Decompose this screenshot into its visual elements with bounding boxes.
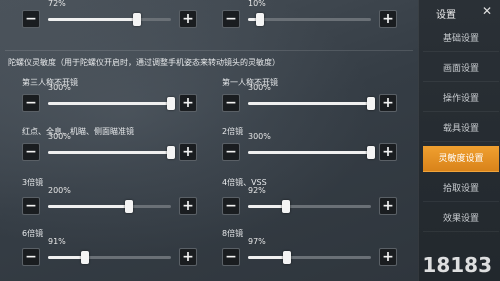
decrease-button[interactable]: − [222, 197, 240, 215]
slider-track[interactable] [248, 251, 371, 264]
slider-knob[interactable] [367, 97, 375, 110]
slider-value: 300% [248, 132, 271, 141]
slider-track[interactable] [248, 200, 371, 213]
sidebar-item-vehicle[interactable]: 载具设置 [423, 116, 499, 142]
decrease-button[interactable]: − [22, 10, 40, 28]
slider-value: 300% [48, 83, 71, 92]
slider-6x-scope[interactable]: − 91% + [22, 237, 197, 268]
slider-fill [248, 256, 288, 259]
close-icon[interactable]: ✕ [479, 3, 495, 19]
slider-knob[interactable] [167, 97, 175, 110]
slider-fill [48, 205, 130, 208]
slider-label: 红点、全息、机瞄、侧面瞄准镜 [22, 127, 134, 136]
sidebar-item-sensitivity[interactable]: 灵敏度设置 [423, 146, 499, 172]
slider-third-person-no-scope[interactable]: − 300% + [22, 83, 197, 114]
top-slider-right[interactable]: − 10% + [222, 0, 397, 30]
slider-track[interactable] [248, 97, 375, 110]
slider-value: 92% [248, 186, 266, 195]
slider-fill [248, 205, 287, 208]
slider-value: 300% [48, 132, 71, 141]
slider-track[interactable] [48, 13, 171, 26]
slider-first-person-no-scope[interactable]: − 300% + [222, 83, 397, 114]
slider-value: 10% [248, 0, 266, 8]
slider-fill [48, 102, 171, 105]
slider-value: 72% [48, 0, 66, 8]
slider-fill [48, 18, 137, 21]
increase-button[interactable]: + [179, 248, 197, 266]
increase-button[interactable]: + [379, 10, 397, 28]
slider-fill [48, 151, 171, 154]
increase-button[interactable]: + [179, 94, 197, 112]
increase-button[interactable]: + [179, 143, 197, 161]
sidebar-item-basic[interactable]: 基础设置 [423, 26, 499, 52]
slider-8x-scope[interactable]: − 97% + [222, 237, 397, 268]
decrease-button[interactable]: − [22, 248, 40, 266]
slider-red-dot-holo[interactable]: − 300% + [22, 132, 197, 163]
slider-4x-vss[interactable]: − 92% + [222, 186, 397, 217]
decrease-button[interactable]: − [22, 197, 40, 215]
slider-track[interactable] [248, 146, 375, 159]
slider-knob[interactable] [367, 146, 375, 159]
slider-value: 200% [48, 186, 71, 195]
slider-3x-scope[interactable]: − 200% + [22, 186, 197, 217]
slider-label: 6倍镜 [22, 229, 44, 238]
slider-track[interactable] [248, 13, 371, 26]
sidebar-item-controls[interactable]: 操作设置 [423, 86, 499, 112]
decrease-button[interactable]: − [222, 143, 240, 161]
increase-button[interactable]: + [179, 10, 197, 28]
slider-fill [48, 256, 85, 259]
slider-track[interactable] [48, 97, 175, 110]
decrease-button[interactable]: − [22, 143, 40, 161]
sidebar-header: 设置 ✕ [419, 0, 500, 24]
slider-track[interactable] [48, 251, 171, 264]
watermark-logo: 18183 [422, 253, 492, 277]
section-title: 陀螺仪灵敏度（用于陀螺仪开启时，通过调整手机姿态来转动镜头的灵敏度） [8, 58, 280, 67]
slider-knob[interactable] [132, 13, 141, 26]
slider-label: 3倍镜 [22, 178, 44, 187]
slider-fill [248, 102, 371, 105]
slider-value: 300% [248, 83, 271, 92]
slider-fill [248, 151, 371, 154]
decrease-button[interactable]: − [22, 94, 40, 112]
sidebar-item-graphics[interactable]: 画面设置 [423, 56, 499, 82]
slider-knob[interactable] [256, 13, 265, 26]
increase-button[interactable]: + [379, 197, 397, 215]
increase-button[interactable]: + [379, 94, 397, 112]
settings-content: − 72% + − 10% + 陀螺仪灵敏度（用于陀螺仪开启时，通过调整手机姿态… [0, 0, 418, 281]
sidebar-item-pickup[interactable]: 拾取设置 [423, 176, 499, 202]
slider-2x-scope[interactable]: − 300% + [222, 132, 397, 163]
sidebar-title: 设置 [436, 10, 456, 21]
slider-knob[interactable] [167, 146, 175, 159]
sidebar-item-effects[interactable]: 效果设置 [423, 206, 499, 232]
decrease-button[interactable]: − [222, 94, 240, 112]
settings-sidebar: 设置 ✕ 基础设置 画面设置 操作设置 载具设置 灵敏度设置 拾取设置 效果设置 [418, 0, 500, 281]
increase-button[interactable]: + [379, 143, 397, 161]
slider-label: 2倍镜 [222, 127, 244, 136]
slider-label: 8倍镜 [222, 229, 244, 238]
slider-knob[interactable] [282, 200, 291, 213]
increase-button[interactable]: + [379, 248, 397, 266]
slider-knob[interactable] [125, 200, 134, 213]
increase-button[interactable]: + [179, 197, 197, 215]
slider-track[interactable] [48, 146, 175, 159]
slider-value: 91% [48, 237, 66, 246]
decrease-button[interactable]: − [222, 248, 240, 266]
slider-track[interactable] [48, 200, 171, 213]
slider-value: 97% [248, 237, 266, 246]
decrease-button[interactable]: − [222, 10, 240, 28]
slider-knob[interactable] [80, 251, 89, 264]
slider-knob[interactable] [283, 251, 292, 264]
top-slider-left[interactable]: − 72% + [22, 0, 197, 30]
